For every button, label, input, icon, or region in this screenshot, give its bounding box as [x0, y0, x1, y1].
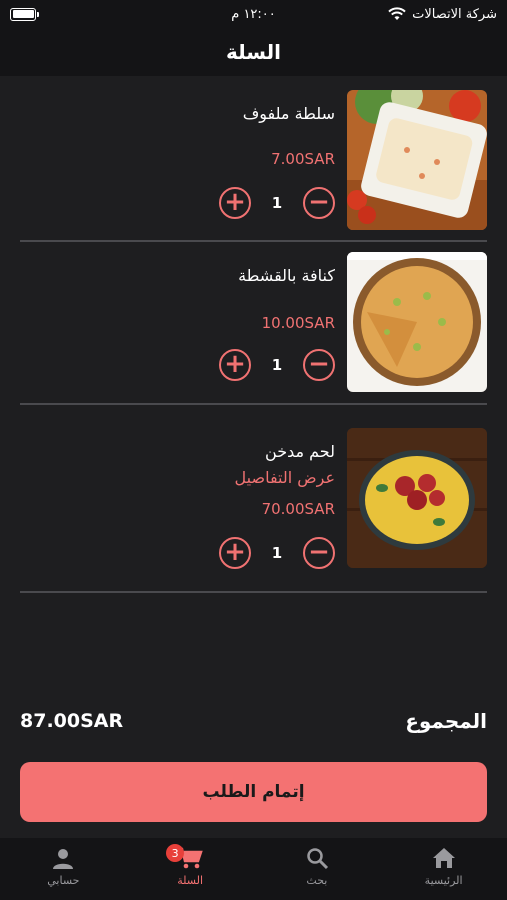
tab-label: السلة: [177, 874, 203, 887]
divider: [20, 240, 487, 242]
total-label: المجموع: [405, 709, 487, 733]
item-image[interactable]: [347, 428, 487, 568]
quantity-value: 1: [271, 356, 283, 374]
item-name: كنافة بالقشطة: [238, 266, 335, 285]
total-row: 87.00SAR المجموع: [20, 704, 487, 738]
item-image[interactable]: [347, 252, 487, 392]
item-name: لحم مدخن: [265, 442, 335, 461]
quantity-stepper: + 1 −: [219, 349, 335, 381]
tab-home[interactable]: الرئيسية: [380, 838, 507, 900]
kunafa-image: [347, 252, 487, 392]
home-icon: [432, 848, 455, 868]
item-name: سلطة ملفوف: [242, 104, 335, 123]
tab-label: الرئيسية: [424, 874, 463, 887]
increase-button[interactable]: +: [219, 187, 251, 219]
cart-item: سلطة ملفوف 7.00SAR + 1 −: [20, 90, 487, 230]
status-right: شركة الاتصالات: [388, 7, 497, 22]
status-bar: ١٢:٠٠ م شركة الاتصالات: [0, 0, 507, 28]
decrease-button[interactable]: −: [303, 537, 335, 569]
cart-badge: 3: [166, 844, 185, 862]
clock: ١٢:٠٠ م: [231, 6, 276, 22]
cart-item: كنافة بالقشطة 10.00SAR + 1 −: [20, 252, 487, 392]
quantity-value: 1: [271, 544, 283, 562]
person-icon: [53, 849, 74, 869]
total-value: 87.00SAR: [20, 710, 124, 732]
decrease-button[interactable]: −: [303, 349, 335, 381]
tab-search[interactable]: بحث: [254, 838, 381, 900]
item-price: 70.00SAR: [261, 500, 335, 518]
search-icon: [307, 848, 328, 870]
nav-header: السلة: [0, 28, 507, 76]
item-price: 7.00SAR: [271, 150, 335, 168]
checkout-button[interactable]: إتمام الطلب: [20, 762, 487, 822]
divider: [20, 403, 487, 405]
salad-image: [347, 90, 487, 230]
tab-cart[interactable]: 3 السلة: [127, 838, 254, 900]
carrier-label: شركة الاتصالات: [412, 6, 497, 22]
quantity-value: 1: [271, 194, 283, 212]
battery-icon: [10, 7, 39, 21]
tab-account[interactable]: حسابي: [0, 838, 127, 900]
item-price: 10.00SAR: [261, 314, 335, 332]
increase-button[interactable]: +: [219, 349, 251, 381]
page-title: السلة: [225, 40, 281, 64]
tab-label: حسابي: [47, 874, 80, 887]
increase-button[interactable]: +: [219, 537, 251, 569]
divider: [20, 591, 487, 593]
smoked-meat-image: [347, 428, 487, 568]
view-details-link[interactable]: عرض التفاصيل: [235, 468, 335, 487]
quantity-stepper: + 1 −: [219, 187, 335, 219]
quantity-stepper: + 1 −: [219, 537, 335, 569]
tab-label: بحث: [306, 874, 328, 887]
wifi-icon: [388, 7, 406, 20]
cart-item: لحم مدخن عرض التفاصيل 70.00SAR + 1 −: [20, 428, 487, 569]
tab-bar: حسابي 3 السلة بحث الرئيسية: [0, 838, 507, 900]
item-image[interactable]: [347, 90, 487, 230]
decrease-button[interactable]: −: [303, 187, 335, 219]
